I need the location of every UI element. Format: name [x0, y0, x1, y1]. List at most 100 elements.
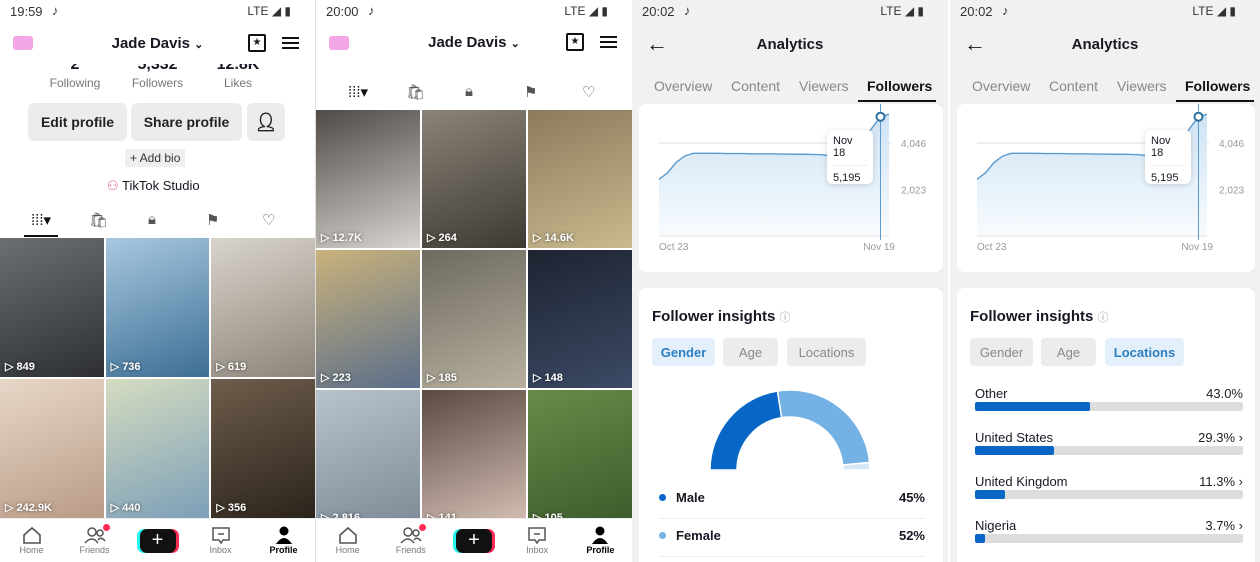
y-tick-label: 2,023	[901, 186, 926, 197]
y-tick-label: 2,023	[1219, 186, 1244, 197]
private-tab-icon[interactable]: 🔒︎	[148, 211, 156, 228]
chip-gender[interactable]: Gender	[652, 338, 715, 366]
x-tick-label: Nov 19	[1181, 242, 1213, 253]
tab-overview[interactable]: Overview	[972, 78, 1030, 94]
profile-screen-2: 20:00 ♪ LTE ◢ ▮ Jade Davis ⌄ ★ ⁞⁞⁞▾ 🛍︎ 🔒…	[315, 0, 632, 562]
tab-followers[interactable]: Followers	[1185, 78, 1250, 94]
tab-content[interactable]: Content	[1049, 78, 1098, 94]
edit-profile-button[interactable]: Edit profile	[28, 103, 127, 141]
view-count: ▷ 14.6K	[533, 232, 574, 244]
video-thumbnail[interactable]: ▷ 736	[105, 238, 210, 377]
chart-tooltip: Nov 18 5,195	[1145, 130, 1191, 184]
location-progress-bar	[975, 402, 1243, 411]
videos-tab-icon[interactable]: ⁞⁞⁞▾	[31, 211, 51, 229]
chip-gender[interactable]: Gender	[970, 338, 1033, 366]
video-thumbnail[interactable]: ▷ 141	[422, 390, 526, 528]
chip-age[interactable]: Age	[723, 338, 778, 366]
add-friend-button[interactable]: 👤︎	[247, 103, 285, 141]
chip-locations[interactable]: Locations	[1105, 338, 1184, 366]
battery-icon: ▮	[601, 4, 608, 18]
video-thumbnail[interactable]: ▷ 264	[422, 110, 526, 248]
menu-icon[interactable]	[600, 36, 617, 48]
video-thumbnail[interactable]: ▷ 440	[105, 379, 210, 518]
nav-friends[interactable]: Friends	[70, 524, 120, 555]
tiktok-notification-icon: ♪	[1002, 3, 1009, 18]
chevron-down-icon: ⌄	[510, 38, 520, 50]
shop-tab-icon[interactable]: 🛍︎	[406, 83, 425, 101]
donut-segment-female[interactable]	[776, 389, 871, 466]
liked-tab-icon[interactable]: ♡	[262, 211, 275, 229]
favorites-tab-icon[interactable]: ⚑	[206, 211, 219, 229]
username-switcher[interactable]: Jade Davis ⌄	[316, 34, 632, 51]
nav-home[interactable]: Home	[7, 526, 57, 555]
chip-locations[interactable]: Locations	[787, 338, 866, 366]
videos-tab-icon[interactable]: ⁞⁞⁞▾	[348, 83, 368, 101]
video-thumbnail[interactable]: ▷ 12.7K	[316, 110, 420, 248]
info-icon[interactable]: ⓘ	[1098, 312, 1109, 324]
network-label: LTE	[880, 4, 902, 18]
tab-viewers[interactable]: Viewers	[1117, 78, 1167, 94]
location-row[interactable]: United States 29.3% ›	[975, 430, 1243, 455]
video-grid: ▷ 849 ▷ 736 ▷ 619 ▷ 242.9K ▷ 440 ▷ 356	[0, 238, 315, 518]
page-title: Analytics	[756, 36, 824, 53]
share-profile-button[interactable]: Share profile	[131, 103, 242, 141]
status-bar: 20:02 ♪ LTE ◢ ▮	[950, 0, 1260, 22]
nav-profile[interactable]: Profile	[575, 526, 625, 555]
shop-tab-icon[interactable]: 🛍︎	[89, 211, 108, 229]
nav-inbox[interactable]: Inbox	[512, 526, 562, 555]
calendar-star-icon[interactable]: ★	[248, 34, 266, 52]
nav-friends[interactable]: Friends	[386, 524, 436, 555]
video-thumbnail[interactable]: ▷ 619	[211, 238, 315, 377]
menu-icon[interactable]	[282, 37, 299, 49]
username-switcher[interactable]: Jade Davis ⌄	[0, 35, 315, 52]
play-icon: ▷	[427, 232, 436, 244]
video-thumbnail[interactable]: ▷ 242.9K	[0, 379, 104, 518]
tab-followers[interactable]: Followers	[867, 78, 932, 94]
video-thumbnail[interactable]: ▷ 105	[528, 390, 632, 528]
video-thumbnail[interactable]: ▷ 148	[528, 250, 632, 388]
tab-overview[interactable]: Overview	[654, 78, 712, 94]
nav-home[interactable]: Home	[323, 526, 373, 555]
video-thumbnail[interactable]: ▷ 2,816	[316, 390, 420, 528]
play-icon: ▷	[5, 361, 14, 373]
tab-viewers[interactable]: Viewers	[799, 78, 849, 94]
page-title: Analytics	[1071, 36, 1139, 53]
calendar-star-icon[interactable]: ★	[566, 33, 584, 51]
chevron-right-icon: ›	[1238, 474, 1243, 489]
battery-icon: ▮	[284, 4, 291, 18]
view-count: ▷ 185	[427, 372, 457, 384]
location-row[interactable]: United Kingdom 11.3% ›	[975, 474, 1243, 499]
highlight-point[interactable]	[1193, 111, 1204, 122]
info-icon[interactable]: ⓘ	[780, 312, 791, 324]
video-thumbnail[interactable]: ▷ 185	[422, 250, 526, 388]
nav-inbox[interactable]: Inbox	[196, 526, 246, 555]
video-thumbnail[interactable]: ▷ 849	[0, 238, 104, 377]
tab-content[interactable]: Content	[731, 78, 780, 94]
location-row[interactable]: Nigeria 3.7% ›	[975, 518, 1243, 543]
video-thumbnail[interactable]: ▷ 14.6K	[528, 110, 632, 248]
add-bio-button[interactable]: + Add bio	[125, 149, 186, 167]
create-button[interactable]: +	[133, 528, 183, 553]
tiktok-studio-link[interactable]: ⚇ TikTok Studio	[107, 178, 200, 194]
network-label: LTE	[247, 4, 269, 18]
liked-tab-icon[interactable]: ♡	[582, 83, 595, 101]
video-thumbnail[interactable]: ▷ 356	[211, 379, 315, 518]
profile-content-tabs: ⁞⁞⁞▾ 🛍︎ 🔒︎ ⚑ ♡	[0, 210, 315, 238]
chip-age[interactable]: Age	[1041, 338, 1096, 366]
chart-tooltip: Nov 18 5,195	[827, 130, 873, 184]
chevron-down-icon: ⌄	[194, 39, 204, 51]
favorites-tab-icon[interactable]: ⚑	[524, 83, 537, 101]
add-user-icon: 👤︎	[254, 111, 278, 132]
video-thumbnail[interactable]: ▷ 223	[316, 250, 420, 388]
follower-insights-card: Follower insights ⓘ Gender Age Locations…	[639, 288, 943, 562]
location-progress-bar	[975, 446, 1243, 455]
studio-icon: ⚇	[107, 178, 119, 193]
nav-profile[interactable]: Profile	[259, 526, 309, 555]
y-tick-label: 4,046	[901, 139, 926, 150]
highlight-point[interactable]	[875, 111, 886, 122]
private-tab-icon[interactable]: 🔒︎	[465, 83, 473, 100]
analytics-tabs: Overview Content Viewers Followers	[632, 72, 948, 102]
donut-segment-male[interactable]	[709, 390, 783, 471]
battery-icon: ▮	[917, 4, 924, 18]
create-button[interactable]: +	[449, 528, 499, 553]
